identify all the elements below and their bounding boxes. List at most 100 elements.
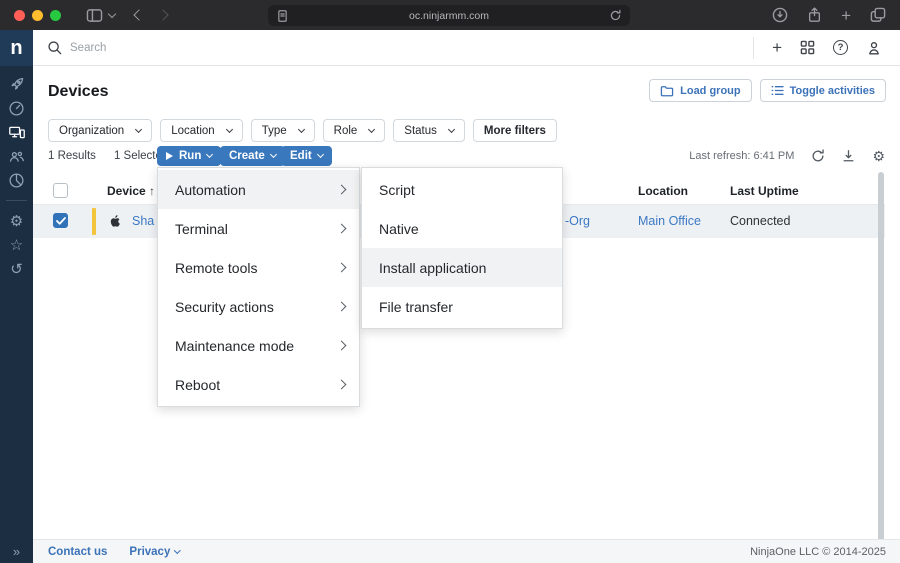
sidebar-menu-chevron-icon[interactable] <box>108 9 116 17</box>
users-icon[interactable] <box>0 144 33 168</box>
menu-item-terminal[interactable]: Terminal <box>158 209 359 248</box>
more-filters-button[interactable]: More filters <box>473 119 557 142</box>
url-text: oc.ninjarmm.com <box>289 10 609 22</box>
privacy-link[interactable]: Privacy <box>129 546 179 558</box>
filter-organization[interactable]: Organization <box>48 119 152 142</box>
status-severity-bar <box>92 208 96 235</box>
chevron-down-icon <box>206 151 213 158</box>
search-icon <box>47 40 62 55</box>
forward-icon[interactable] <box>157 9 168 20</box>
submenu-item-native[interactable]: Native <box>362 209 562 248</box>
filter-role[interactable]: Role <box>323 119 386 142</box>
load-group-button[interactable]: Load group <box>649 79 752 102</box>
download-icon[interactable] <box>842 149 855 163</box>
user-profile-icon[interactable] <box>866 40 882 56</box>
tab-overview-icon[interactable] <box>870 7 886 23</box>
chevron-down-icon <box>135 125 142 132</box>
back-icon[interactable] <box>133 9 144 20</box>
sidebar-expand-icon[interactable]: » <box>0 544 33 559</box>
uptime-column-header[interactable]: Last Uptime <box>730 184 799 198</box>
sort-asc-icon: ↑ <box>149 184 155 198</box>
run-dropdown-menu: Automation Terminal Remote tools Securit… <box>157 167 360 407</box>
chevron-down-icon <box>448 125 455 132</box>
close-window-icon[interactable] <box>14 10 25 21</box>
organization-link[interactable]: -Org <box>565 214 590 228</box>
select-all-checkbox[interactable] <box>53 183 68 198</box>
filter-location[interactable]: Location <box>160 119 242 142</box>
copyright-text: NinjaOne LLC © 2014-2025 <box>750 546 900 558</box>
menu-item-automation[interactable]: Automation <box>158 170 359 209</box>
play-icon <box>166 152 173 160</box>
browser-chrome: oc.ninjarmm.com + <box>0 0 900 30</box>
chevron-down-icon <box>270 151 277 158</box>
device-column-header[interactable]: Device ↑ <box>107 184 155 198</box>
run-button[interactable]: Run <box>157 146 221 166</box>
ninjaone-logo[interactable]: n <box>0 30 33 66</box>
apple-icon <box>109 214 121 228</box>
location-link[interactable]: Main Office <box>638 214 701 228</box>
filter-bar: Organization Location Type Role Status M… <box>48 119 557 142</box>
page-icon <box>276 9 289 23</box>
submenu-item-script[interactable]: Script <box>362 170 562 209</box>
check-icon <box>56 217 66 225</box>
minimize-window-icon[interactable] <box>32 10 43 21</box>
rocket-icon[interactable] <box>0 72 33 96</box>
uptime-value: Connected <box>730 214 790 228</box>
chevron-down-icon <box>368 125 375 132</box>
menu-item-remote-tools[interactable]: Remote tools <box>158 248 359 287</box>
submenu-item-file-transfer[interactable]: File transfer <box>362 287 562 326</box>
reports-pie-icon[interactable] <box>0 168 33 192</box>
sidebar-divider <box>6 200 27 201</box>
chevron-right-icon <box>337 185 347 195</box>
downloads-icon[interactable] <box>772 7 788 23</box>
last-refresh-label: Last refresh: 6:41 PM <box>689 150 794 162</box>
share-icon[interactable] <box>807 7 822 23</box>
favorites-star-icon[interactable]: ☆ <box>0 233 33 257</box>
filter-status[interactable]: Status <box>393 119 465 142</box>
zoom-window-icon[interactable] <box>50 10 61 21</box>
filter-type[interactable]: Type <box>251 119 315 142</box>
results-count: 1 Results <box>48 150 96 162</box>
reload-icon[interactable] <box>609 9 622 22</box>
dashboard-gauge-icon[interactable] <box>0 96 33 120</box>
url-bar[interactable]: oc.ninjarmm.com <box>268 5 630 26</box>
submenu-item-install-application[interactable]: Install application <box>362 248 562 287</box>
app-topbar: + ? <box>33 30 900 66</box>
chevron-down-icon <box>298 125 305 132</box>
sidebar-nav: ⚙ ☆ ↺ » <box>0 66 33 563</box>
help-icon[interactable]: ? <box>833 40 848 55</box>
page-title: Devices <box>48 83 109 101</box>
menu-item-reboot[interactable]: Reboot <box>158 365 359 404</box>
contact-us-link[interactable]: Contact us <box>48 546 107 558</box>
create-button[interactable]: Create <box>220 146 285 166</box>
toggle-activities-button[interactable]: Toggle activities <box>760 79 886 102</box>
menu-item-maintenance-mode[interactable]: Maintenance mode <box>158 326 359 365</box>
history-icon[interactable]: ↺ <box>0 257 33 281</box>
location-column-header[interactable]: Location <box>638 184 688 198</box>
page-footer: Contact us Privacy NinjaOne LLC © 2014-2… <box>33 539 900 563</box>
chevron-right-icon <box>337 380 347 390</box>
refresh-icon[interactable] <box>811 149 825 163</box>
sidebar-toggle-icon[interactable] <box>86 8 103 23</box>
screen: oc.ninjarmm.com + n <box>0 0 900 563</box>
chevron-right-icon <box>337 341 347 351</box>
edit-button[interactable]: Edit <box>281 146 332 166</box>
device-name-link[interactable]: Sha <box>132 214 154 228</box>
chevron-right-icon <box>337 224 347 234</box>
vertical-scrollbar[interactable] <box>878 172 884 542</box>
traffic-lights <box>14 10 68 21</box>
menu-item-security-actions[interactable]: Security actions <box>158 287 359 326</box>
settings-gear-icon[interactable]: ⚙ <box>0 209 33 233</box>
automation-submenu: Script Native Install application File t… <box>361 167 563 329</box>
new-tab-icon[interactable]: + <box>841 7 851 24</box>
search-input[interactable] <box>70 42 370 54</box>
chevron-down-icon <box>226 125 233 132</box>
logo-letter: n <box>10 38 22 58</box>
quick-add-icon[interactable]: + <box>772 39 782 56</box>
devices-icon[interactable] <box>0 120 33 144</box>
chevron-down-icon <box>174 547 180 553</box>
chevron-down-icon <box>317 151 324 158</box>
apps-grid-icon[interactable] <box>800 40 815 55</box>
row-checkbox[interactable] <box>53 213 68 228</box>
table-settings-gear-icon[interactable]: ⚙ <box>872 149 885 163</box>
